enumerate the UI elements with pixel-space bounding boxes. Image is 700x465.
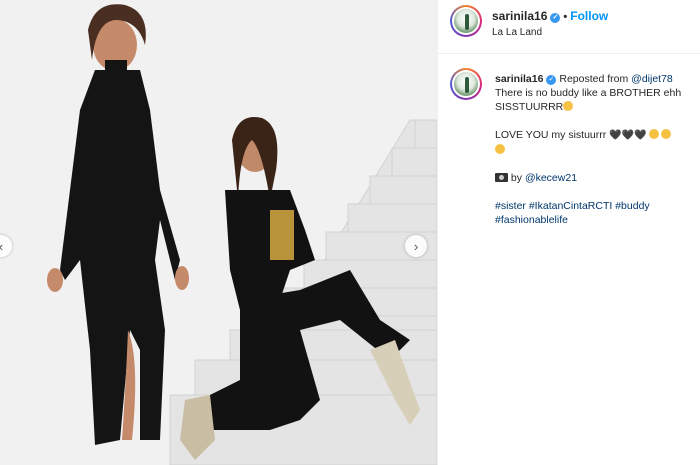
post-username[interactable]: sarinila16 [492,9,547,23]
caption-avatar[interactable] [450,68,482,100]
reposted-prefix: Reposted from [559,73,629,85]
hashtags[interactable]: #sister #IkatanCintaRCTI #buddy #fashion… [495,199,695,227]
blush-emoji-icon [649,129,660,139]
post-location[interactable]: La La Land [492,27,542,38]
next-photo-button[interactable]: › [405,235,427,257]
caption-line-2: LOVE YOU my sistuurrr [495,129,607,141]
post-header: sarinila16 ✓ • Follow La La Land [438,0,700,54]
movie-camera-icon [495,173,508,182]
chevron-right-icon: › [413,238,419,254]
heart-emojis: 🖤🖤🖤 [609,130,647,141]
caption-username[interactable]: sarinila16 [495,73,543,85]
hug-emoji-icon [563,101,574,111]
blush-emoji-icon [661,129,672,139]
post-photo[interactable]: › ‹ [0,0,437,465]
credit-handle-link[interactable]: @kecew21 [525,172,577,184]
caption-line-1: There is no buddy like a BROTHER ehh SIS… [495,87,682,113]
follow-button[interactable]: Follow [570,9,608,23]
post-author-row: sarinila16 ✓ • Follow [492,9,608,23]
verified-badge-icon: ✓ [546,75,557,85]
verified-badge-icon: ✓ [550,13,561,23]
credit-prefix: by [510,172,523,184]
separator-dot: • [563,11,568,23]
caption-text: sarinila16 ✓ Reposted from @dijet78 There… [495,72,695,227]
profile-avatar[interactable] [450,5,482,37]
reposted-handle-link[interactable]: @dijet78 [631,73,673,85]
photo-illustration [0,0,437,465]
post-sidebar: sarinila16 ✓ • Follow La La Land sarinila16… [437,0,700,465]
blush-emoji-icon [495,144,505,154]
chevron-left-icon: ‹ [0,239,3,254]
